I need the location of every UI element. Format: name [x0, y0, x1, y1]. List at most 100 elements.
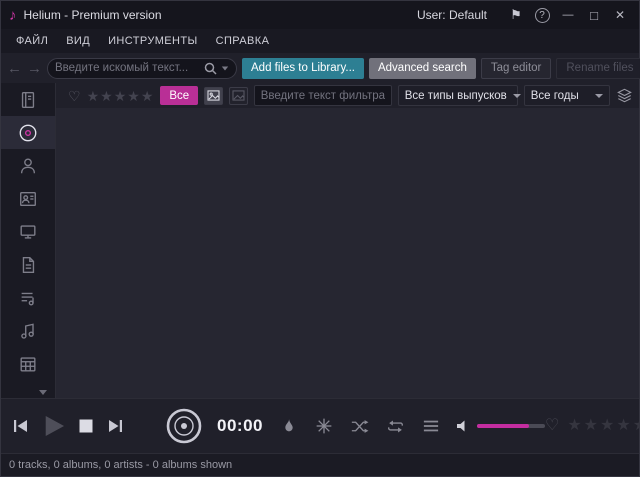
- forward-button[interactable]: →: [27, 60, 42, 77]
- star-icon[interactable]: [584, 417, 600, 434]
- files-icon: [18, 255, 38, 275]
- rename-files-button: Rename files: [556, 58, 640, 79]
- show-artwork-button[interactable]: [204, 87, 223, 105]
- disc-icon: [165, 407, 203, 445]
- help-button[interactable]: [529, 4, 555, 26]
- release-type-value: Все типы выпусков: [405, 90, 507, 102]
- years-grid-icon: [18, 354, 38, 374]
- tag-editor-button[interactable]: Tag editor: [481, 58, 552, 79]
- filter-all-button[interactable]: Все: [160, 86, 198, 105]
- snowflake-icon: [315, 417, 333, 435]
- sidebar-item-devices[interactable]: [1, 215, 55, 248]
- help-icon: [535, 8, 550, 23]
- picture-off-icon: [232, 90, 245, 101]
- now-playing-disc-button[interactable]: [165, 407, 203, 445]
- view-layers-button[interactable]: [616, 87, 633, 104]
- toolbar: ← → Add files to Library... Advanced sea…: [1, 53, 639, 83]
- hot-playlist-button[interactable]: [280, 417, 298, 435]
- sidebar-item-files[interactable]: [1, 248, 55, 281]
- sidebar-item-artist-cards[interactable]: [1, 182, 55, 215]
- chevron-down-icon: [595, 94, 603, 98]
- sidebar-item-playlists[interactable]: [1, 281, 55, 314]
- repeat-button[interactable]: [386, 418, 405, 435]
- flag-icon[interactable]: ⚑: [503, 4, 529, 26]
- queue-button[interactable]: [422, 418, 440, 434]
- menu-view[interactable]: ВИД: [57, 32, 99, 50]
- sidebar-scroll-down[interactable]: [1, 386, 55, 398]
- sidebar-item-library[interactable]: [1, 83, 55, 116]
- next-track-button[interactable]: [105, 416, 125, 436]
- stop-icon: [77, 417, 95, 435]
- body: Все Все типы выпусков: [1, 83, 639, 398]
- elapsed-time: 00:00: [217, 416, 263, 436]
- favorite-filter-heart-icon[interactable]: [68, 89, 81, 103]
- add-files-button[interactable]: Add files to Library...: [242, 58, 364, 79]
- albums-disc-icon: [18, 123, 38, 143]
- artist-card-icon: [18, 189, 38, 209]
- album-list-area[interactable]: [56, 108, 639, 398]
- repeat-icon: [386, 418, 405, 435]
- volume-slider[interactable]: [477, 424, 545, 428]
- flame-icon: [280, 417, 298, 435]
- play-button[interactable]: [41, 413, 67, 439]
- volume-group: [456, 419, 545, 433]
- year-select[interactable]: Все годы: [524, 85, 610, 106]
- sidebar-item-tracks[interactable]: [1, 314, 55, 347]
- next-icon: [105, 416, 125, 436]
- release-type-select[interactable]: Все типы выпусков: [398, 85, 518, 106]
- star-icon[interactable]: [616, 417, 632, 434]
- tracks-note-icon: [18, 321, 38, 341]
- scroll-down-icon: [39, 390, 47, 395]
- star-icon[interactable]: [87, 88, 101, 104]
- star-icon[interactable]: [141, 88, 155, 104]
- track-rating-stars[interactable]: [567, 418, 640, 434]
- picture-icon: [207, 90, 220, 101]
- search-options-caret-icon[interactable]: [222, 66, 228, 70]
- hide-artwork-button[interactable]: [229, 87, 248, 105]
- advanced-search-button[interactable]: Advanced search: [369, 58, 476, 79]
- previous-track-button[interactable]: [11, 416, 31, 436]
- shuffle-icon: [350, 418, 369, 435]
- freeze-button[interactable]: [315, 417, 333, 435]
- star-icon[interactable]: [127, 88, 141, 104]
- devices-icon: [18, 222, 38, 242]
- play-icon: [41, 413, 67, 439]
- track-favorite-heart-icon[interactable]: [545, 418, 559, 434]
- menu-tools[interactable]: ИНСТРУМЕНТЫ: [99, 32, 207, 50]
- star-icon[interactable]: [633, 417, 640, 434]
- search-input[interactable]: [55, 62, 200, 74]
- filter-input[interactable]: [261, 90, 385, 102]
- flag-glyph: ⚑: [510, 7, 522, 23]
- menu-file[interactable]: ФАЙЛ: [7, 32, 57, 50]
- sidebar-item-artists[interactable]: [1, 149, 55, 182]
- star-icon[interactable]: [100, 88, 114, 104]
- player-rating-group: [545, 418, 640, 434]
- filterbar: Все Все типы выпусков: [56, 83, 639, 108]
- close-button[interactable]: [607, 4, 633, 26]
- star-icon[interactable]: [114, 88, 128, 104]
- artists-icon: [18, 156, 38, 176]
- rating-filter-stars[interactable]: [87, 89, 155, 103]
- sidebar-item-albums[interactable]: [1, 116, 55, 149]
- sidebar-item-years[interactable]: [1, 347, 55, 380]
- menubar: ФАЙЛ ВИД ИНСТРУМЕНТЫ СПРАВКА: [1, 29, 639, 53]
- user-label[interactable]: User: Default: [417, 8, 487, 22]
- stop-button[interactable]: [77, 417, 95, 435]
- minimize-button[interactable]: [555, 4, 581, 26]
- star-icon[interactable]: [567, 417, 583, 434]
- search-icon[interactable]: [204, 62, 217, 75]
- shuffle-button[interactable]: [350, 418, 369, 435]
- volume-fill: [477, 424, 529, 428]
- star-icon[interactable]: [600, 417, 616, 434]
- search-box[interactable]: [47, 58, 237, 79]
- back-button[interactable]: ←: [7, 60, 22, 77]
- filter-text-box[interactable]: [254, 85, 392, 106]
- layers-icon: [616, 87, 633, 104]
- playerbar: 00:00: [1, 398, 639, 453]
- menu-help[interactable]: СПРАВКА: [207, 32, 279, 50]
- previous-icon: [11, 416, 31, 436]
- playlists-icon: [18, 288, 38, 308]
- maximize-button[interactable]: [581, 4, 607, 26]
- speaker-icon[interactable]: [456, 419, 470, 433]
- status-text: 0 tracks, 0 albums, 0 artists - 0 albums…: [9, 459, 232, 471]
